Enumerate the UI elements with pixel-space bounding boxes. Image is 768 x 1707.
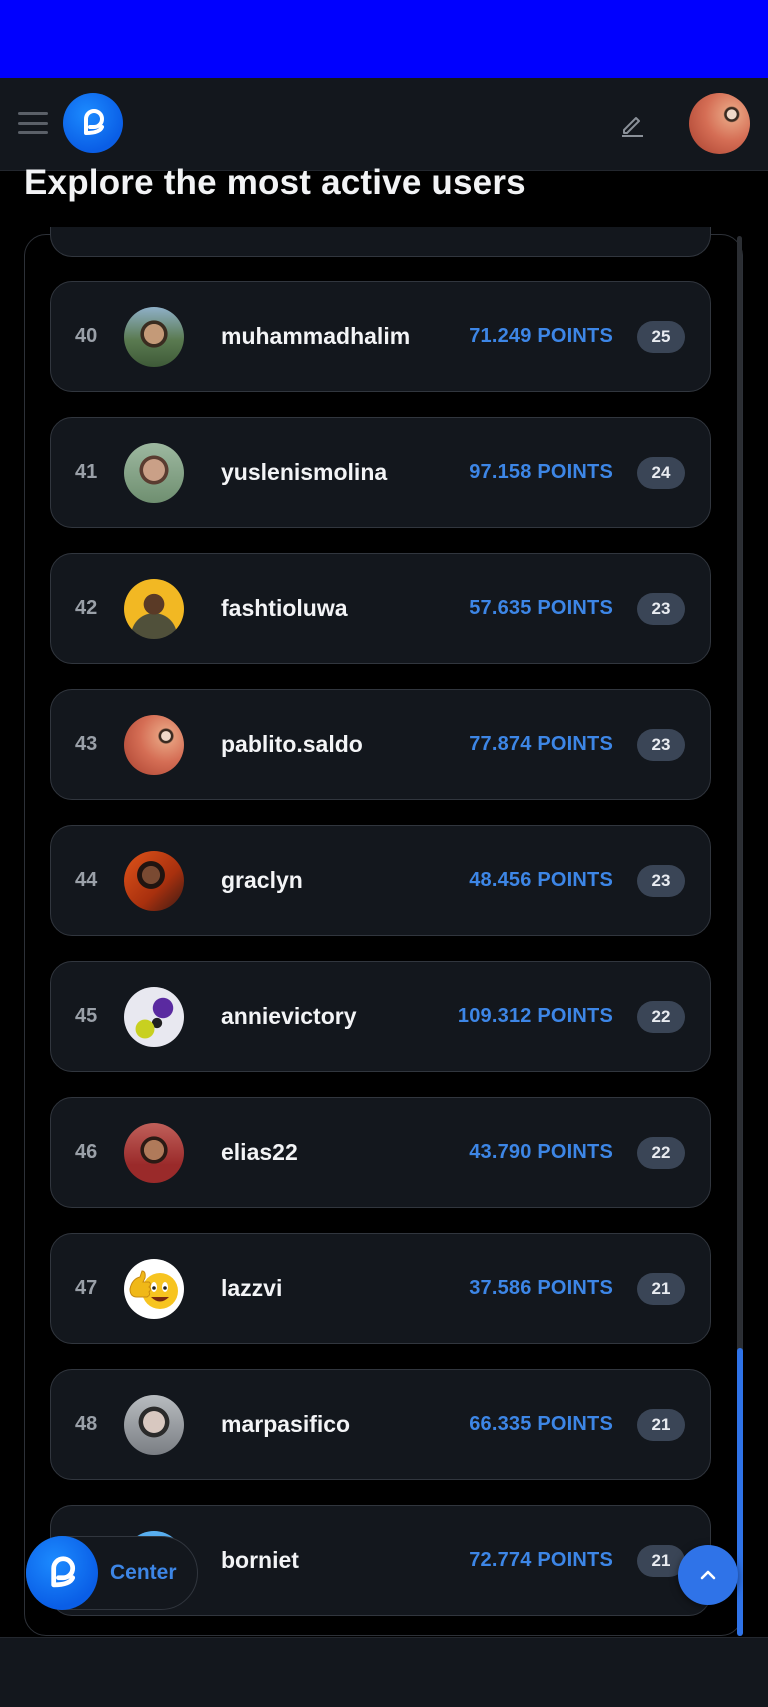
count-badge: 22 (637, 1001, 685, 1033)
rank-number: 42 (75, 597, 98, 619)
rank-number: 44 (75, 869, 98, 891)
list-item[interactable]: 43 pablito.saldo 77.874 POINTS 23 (50, 689, 711, 800)
community-logo-icon[interactable] (26, 1536, 98, 1610)
list-item[interactable]: 44 graclyn 48.456 POINTS 23 (50, 825, 711, 936)
points-value: 57.635 POINTS (469, 597, 613, 619)
list-item[interactable] (50, 227, 711, 257)
count-badge: 25 (637, 321, 685, 353)
avatar[interactable] (124, 715, 184, 775)
avatar[interactable] (124, 579, 184, 639)
points-value: 109.312 POINTS (457, 1005, 613, 1027)
points-value: 97.158 POINTS (469, 461, 613, 483)
count-badge: 21 (637, 1273, 685, 1305)
avatar[interactable] (124, 1123, 184, 1183)
rank-number: 47 (75, 1277, 98, 1299)
pencil-icon[interactable] (618, 110, 646, 138)
avatar[interactable] (124, 851, 184, 911)
count-badge: 24 (637, 457, 685, 489)
rank-number: 45 (75, 1005, 98, 1027)
points-value: 48.456 POINTS (469, 869, 613, 891)
username[interactable]: fashtioluwa (221, 554, 348, 663)
bottom-bar (0, 1637, 768, 1707)
username[interactable]: marpasifico (221, 1370, 350, 1479)
username[interactable]: pablito.saldo (221, 690, 363, 799)
list-item[interactable]: 46 elias22 43.790 POINTS 22 (50, 1097, 711, 1208)
rank-number: 41 (75, 461, 98, 483)
username[interactable]: borniet (221, 1506, 299, 1615)
username[interactable]: yuslenismolina (221, 418, 387, 527)
count-badge: 21 (637, 1409, 685, 1441)
points-value: 77.874 POINTS (469, 733, 613, 755)
avatar[interactable] (124, 1395, 184, 1455)
points-value: 72.774 POINTS (469, 1549, 613, 1571)
count-badge: 23 (637, 729, 685, 761)
username[interactable]: graclyn (221, 826, 303, 935)
list-item[interactable]: 47 lazzvi 37.586 POINTS 21 (50, 1233, 711, 1344)
points-value: 71.249 POINTS (469, 325, 613, 347)
username[interactable]: elias22 (221, 1098, 298, 1207)
avatar[interactable] (124, 1259, 184, 1319)
status-bar (0, 0, 768, 78)
points-value: 43.790 POINTS (469, 1141, 613, 1163)
list-item[interactable]: 48 marpasifico 66.335 POINTS 21 (50, 1369, 711, 1480)
list-item[interactable]: 40 muhammadhalim 71.249 POINTS 25 (50, 281, 711, 392)
list-item[interactable]: 41 yuslenismolina 97.158 POINTS 24 (50, 417, 711, 528)
points-value: 66.335 POINTS (469, 1413, 613, 1435)
profile-avatar[interactable] (689, 93, 750, 154)
rank-number: 43 (75, 733, 98, 755)
count-badge: 22 (637, 1137, 685, 1169)
avatar[interactable] (124, 443, 184, 503)
scroll-to-top-button[interactable] (678, 1545, 738, 1605)
chevron-up-icon (700, 1570, 716, 1580)
list-item[interactable]: 45 annievictory 109.312 POINTS 22 (50, 961, 711, 1072)
page-title: Explore the most active users (24, 163, 526, 202)
points-value: 37.586 POINTS (469, 1277, 613, 1299)
rank-number: 48 (75, 1413, 98, 1435)
scrollbar-thumb[interactable] (737, 1348, 743, 1636)
center-button-label[interactable]: Center (110, 1536, 177, 1610)
count-badge: 23 (637, 593, 685, 625)
username[interactable]: muhammadhalim (221, 282, 410, 391)
list-item[interactable]: 42 fashtioluwa 57.635 POINTS 23 (50, 553, 711, 664)
avatar[interactable] (124, 987, 184, 1047)
count-badge: 23 (637, 865, 685, 897)
avatar[interactable] (124, 307, 184, 367)
rank-number: 40 (75, 325, 98, 347)
rank-number: 46 (75, 1141, 98, 1163)
community-logo-icon[interactable] (63, 93, 123, 153)
hamburger-icon[interactable] (18, 112, 48, 134)
username[interactable]: lazzvi (221, 1234, 282, 1343)
username[interactable]: annievictory (221, 962, 357, 1071)
emoji-thumbs-up-icon (129, 1270, 178, 1309)
